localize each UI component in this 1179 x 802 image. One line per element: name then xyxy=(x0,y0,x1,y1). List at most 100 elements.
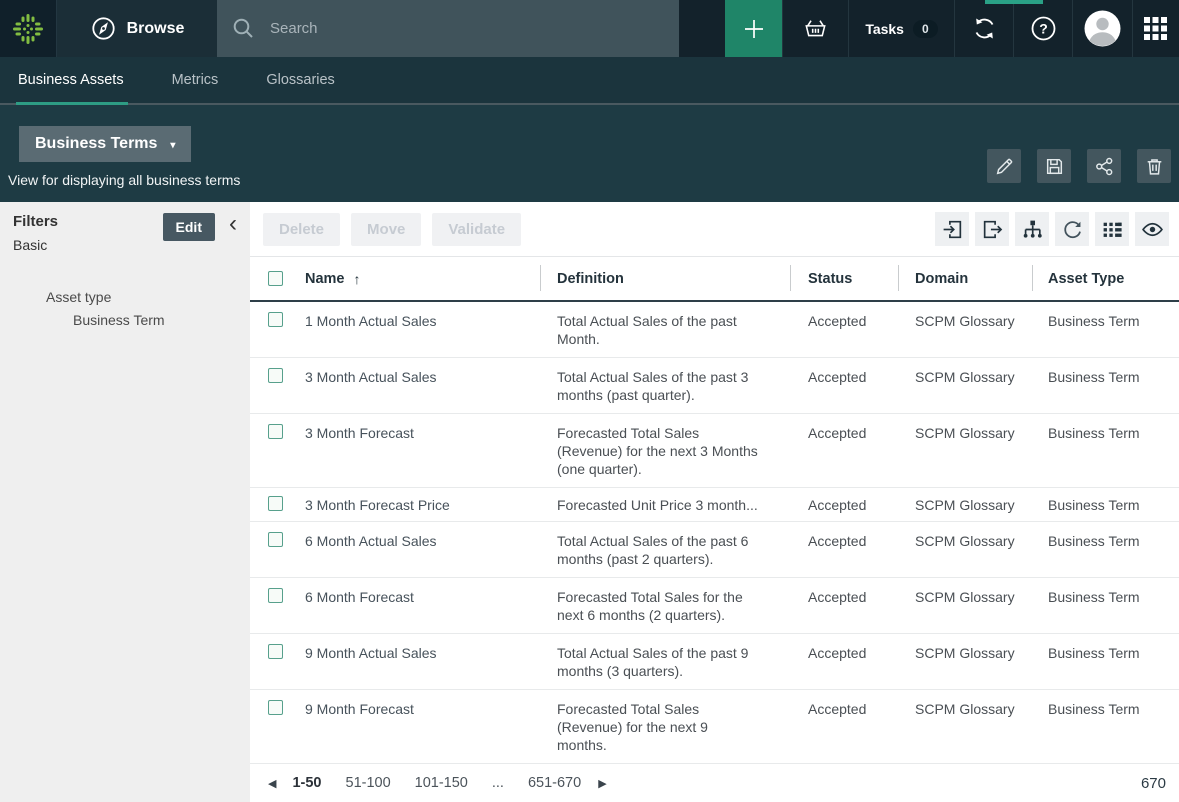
asset-status: Accepted xyxy=(790,643,898,662)
row-checkbox[interactable] xyxy=(268,644,283,659)
asset-status: Accepted xyxy=(790,587,898,606)
hierarchy-button[interactable] xyxy=(1015,212,1049,246)
share-view-button[interactable] xyxy=(1087,149,1121,183)
table-row[interactable]: 3 Month Forecast Price Forecasted Unit P… xyxy=(250,488,1179,522)
asset-definition: Total Actual Sales of the past 3 months … xyxy=(540,367,790,404)
next-page-icon[interactable]: ▶ xyxy=(598,777,606,790)
edit-view-button[interactable] xyxy=(987,149,1021,183)
filter-value-business-term[interactable]: Business Term xyxy=(0,312,250,328)
column-header-definition[interactable]: Definition xyxy=(540,257,790,300)
plus-icon xyxy=(741,16,767,42)
row-checkbox-cell xyxy=(250,587,305,603)
columns-button[interactable] xyxy=(1095,212,1129,246)
view-visibility-button[interactable] xyxy=(1135,212,1169,246)
view-header: Business Terms ▾ View for displaying all… xyxy=(0,105,1179,202)
table-row[interactable]: 6 Month Forecast Forecasted Total Sales … xyxy=(250,578,1179,634)
import-button[interactable] xyxy=(935,212,969,246)
row-checkbox[interactable] xyxy=(268,312,283,327)
tab-business-assets[interactable]: Business Assets xyxy=(18,57,124,103)
asset-definition: Forecasted Total Sales (Revenue) for the… xyxy=(540,699,790,754)
tab-glossaries[interactable]: Glossaries xyxy=(266,57,335,103)
search-input[interactable] xyxy=(270,20,665,37)
column-header-domain[interactable]: Domain xyxy=(898,257,1032,300)
select-all-checkbox[interactable] xyxy=(268,271,283,286)
row-checkbox[interactable] xyxy=(268,496,283,511)
view-selector-button[interactable]: Business Terms ▾ xyxy=(19,126,191,162)
save-view-button[interactable] xyxy=(1037,149,1071,183)
total-results-count: 670 xyxy=(1141,775,1166,792)
column-header-status[interactable]: Status xyxy=(790,257,898,300)
top-navbar: Browse Tasks 0 xyxy=(0,0,1179,57)
asset-name-link[interactable]: 3 Month Actual Sales xyxy=(305,367,540,386)
chevron-down-icon: ▾ xyxy=(170,140,175,151)
sort-ascending-icon: ↑ xyxy=(354,271,361,287)
asset-name-link[interactable]: 9 Month Actual Sales xyxy=(305,643,540,662)
asset-type: Business Term xyxy=(1032,423,1179,442)
user-menu-button[interactable] xyxy=(1072,0,1132,57)
asset-name-link[interactable]: 3 Month Forecast xyxy=(305,423,540,442)
asset-name-link[interactable]: 3 Month Forecast Price xyxy=(305,495,540,514)
tasks-label: Tasks xyxy=(865,21,904,37)
row-checkbox[interactable] xyxy=(268,532,283,547)
app-logo[interactable] xyxy=(0,0,57,57)
asset-name-link[interactable]: 1 Month Actual Sales xyxy=(305,311,540,330)
filters-header: Filters Basic Edit ‹ xyxy=(0,213,250,253)
basket-icon xyxy=(803,16,828,41)
delete-button[interactable]: Delete xyxy=(263,213,340,246)
row-checkbox[interactable] xyxy=(268,700,283,715)
table-row[interactable]: 9 Month Actual Sales Total Actual Sales … xyxy=(250,634,1179,690)
tasks-button[interactable]: Tasks 0 xyxy=(848,0,954,57)
page-body: Filters Basic Edit ‹ Asset type Business… xyxy=(0,202,1179,802)
sync-button[interactable] xyxy=(954,0,1013,57)
asset-definition: Total Actual Sales of the past 6 months … xyxy=(540,531,790,568)
move-button[interactable]: Move xyxy=(351,213,421,246)
tab-metrics[interactable]: Metrics xyxy=(172,57,219,103)
asset-definition: Forecasted Unit Price 3 month... xyxy=(540,495,790,514)
table-row[interactable]: 3 Month Forecast Forecasted Total Sales … xyxy=(250,414,1179,488)
asset-definition: Forecasted Total Sales for the next 6 mo… xyxy=(540,587,790,624)
navbar-spacer xyxy=(679,0,725,57)
asset-name-link[interactable]: 9 Month Forecast xyxy=(305,699,540,718)
table-row[interactable]: 1 Month Actual Sales Total Actual Sales … xyxy=(250,302,1179,358)
page-range-51-100[interactable]: 51-100 xyxy=(346,775,391,791)
sync-icon xyxy=(971,15,998,42)
browse-menu-button[interactable]: Browse xyxy=(57,0,217,57)
help-button[interactable]: ? xyxy=(1013,0,1072,57)
asset-domain: SCPM Glossary xyxy=(898,495,1032,514)
table-row[interactable]: 9 Month Forecast Forecasted Total Sales … xyxy=(250,690,1179,764)
data-basket-button[interactable] xyxy=(782,0,848,57)
asset-definition: Total Actual Sales of the past Month. xyxy=(540,311,790,348)
validate-button[interactable]: Validate xyxy=(432,213,521,246)
export-button[interactable] xyxy=(975,212,1009,246)
row-checkbox[interactable] xyxy=(268,424,283,439)
share-icon xyxy=(1094,156,1115,177)
asset-name-link[interactable]: 6 Month Actual Sales xyxy=(305,531,540,550)
collapse-sidebar-icon[interactable]: ‹ xyxy=(229,213,237,235)
edit-filters-button[interactable]: Edit xyxy=(163,213,215,241)
page-range-1-50[interactable]: 1-50 xyxy=(292,775,321,791)
page-range-101-150[interactable]: 101-150 xyxy=(415,775,468,791)
apps-menu-button[interactable] xyxy=(1132,0,1178,57)
previous-page-icon[interactable]: ◀ xyxy=(268,777,276,790)
add-asset-button[interactable] xyxy=(725,0,782,57)
asset-status: Accepted xyxy=(790,495,898,514)
svg-text:?: ? xyxy=(1039,21,1048,37)
tab-label: Glossaries xyxy=(266,72,335,88)
save-icon xyxy=(1044,156,1065,177)
asset-name-link[interactable]: 6 Month Forecast xyxy=(305,587,540,606)
table-row[interactable]: 6 Month Actual Sales Total Actual Sales … xyxy=(250,522,1179,578)
table-row[interactable]: 3 Month Actual Sales Total Actual Sales … xyxy=(250,358,1179,414)
asset-domain: SCPM Glossary xyxy=(898,699,1032,718)
pencil-icon xyxy=(994,156,1015,177)
page-range-651-670[interactable]: 651-670 xyxy=(528,775,581,791)
refresh-button[interactable] xyxy=(1055,212,1089,246)
asset-status: Accepted xyxy=(790,531,898,550)
row-checkbox[interactable] xyxy=(268,368,283,383)
row-checkbox[interactable] xyxy=(268,588,283,603)
column-header-name[interactable]: Name ↑ xyxy=(305,257,540,300)
asset-definition: Total Actual Sales of the past 9 months … xyxy=(540,643,790,680)
asset-domain: SCPM Glossary xyxy=(898,531,1032,550)
delete-view-button[interactable] xyxy=(1137,149,1171,183)
section-tabs: Business Assets Metrics Glossaries xyxy=(0,57,1179,105)
column-header-asset-type[interactable]: Asset Type xyxy=(1032,257,1179,300)
